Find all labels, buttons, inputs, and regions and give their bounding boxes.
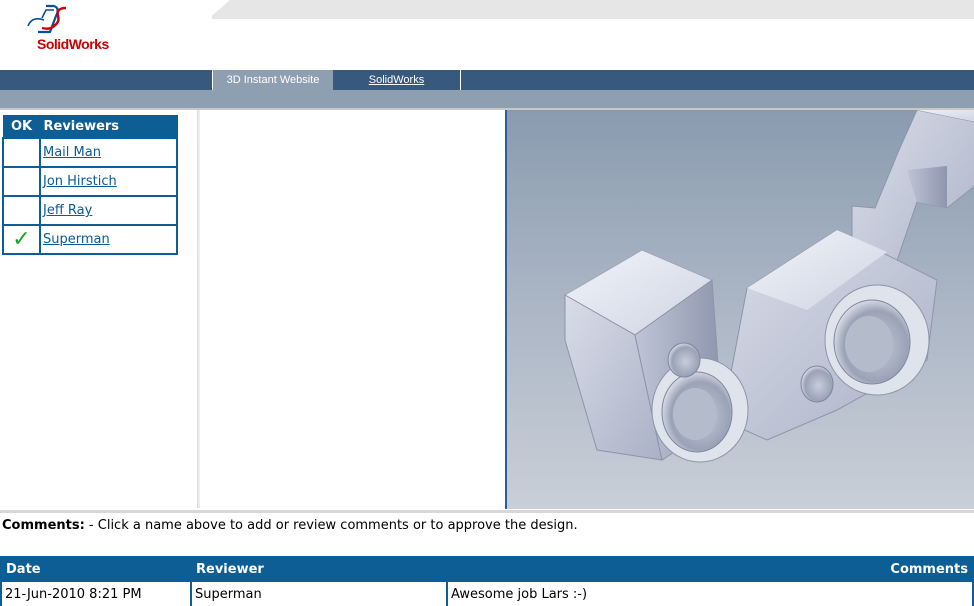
nav-bar: 3D Instant Website SolidWorks [0,70,974,91]
reviewer-row: Mail Man [2,137,178,168]
3d-part-model [564,110,974,463]
reviewer-link-jeff-ray[interactable]: Jeff Ray [43,203,92,218]
comments-instruction-text: - Click a name above to add or review co… [84,518,578,533]
reviewer-row: Jeff Ray [2,195,178,226]
approval-cell [2,195,41,226]
reviewer-row: Jon Hirstich [2,166,178,197]
comment-date: 21-Jun-2010 8:21 PM [0,581,192,606]
ok-column-header: OK [2,115,41,139]
viewer-bottom-border [0,510,974,513]
reviewer-link-jon-hirstich[interactable]: Jon Hirstich [43,174,117,189]
comments-instruction: Comments: - Click a name above to add or… [2,518,578,533]
top-decor-slant [208,0,230,19]
tab-3d-instant-website[interactable]: 3D Instant Website [212,70,333,91]
comment-text: Awesome job Lars :-) [446,581,974,606]
reviewers-table: OK Reviewers Mail Man Jon Hirstich Jeff … [2,115,178,255]
comments-table: Date Reviewer Comments 21-Jun-2010 8:21 … [0,556,974,606]
3d-model-viewer[interactable] [505,110,974,509]
comment-reviewer: Superman [190,581,448,606]
content-blank-panel [200,110,505,508]
top-decor-strip [212,0,974,19]
date-column-header: Date [0,556,192,582]
nav-subbar [0,90,974,108]
page-header: SolidWorks [0,0,974,70]
reviewer-link-superman[interactable]: Superman [43,232,110,247]
approval-cell: ✓ [2,224,41,255]
solidworks-logo-text: SolidWorks [37,36,109,52]
reviewer-row: ✓ Superman [2,224,178,255]
comments-column-header: Comments [446,556,974,582]
approval-cell [2,137,41,168]
reviewer-column-header: Reviewer [190,556,448,582]
comments-label: Comments: [2,518,85,533]
tab-solidworks[interactable]: SolidWorks [333,70,461,90]
reviewers-column-header: Reviewers [39,115,178,139]
reviewers-panel: OK Reviewers Mail Man Jon Hirstich Jeff … [0,110,198,508]
comment-row: 21-Jun-2010 8:21 PM Superman Awesome job… [0,581,974,606]
reviewer-link-mail-man[interactable]: Mail Man [43,145,101,160]
checkmark-icon: ✓ [12,226,31,252]
approval-cell [2,166,41,197]
